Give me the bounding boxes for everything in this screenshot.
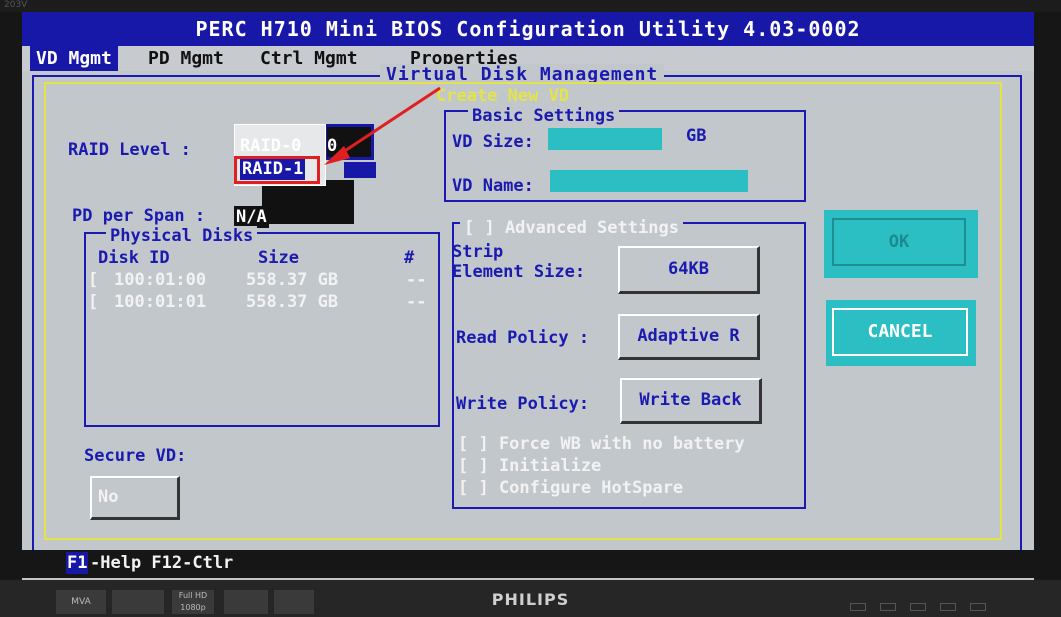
monitor-model-tag: 203V [4,0,28,10]
popup-shadow [262,180,354,224]
monitor-button-icon[interactable] [850,603,866,611]
vd-size-label: VD Size: [452,132,534,152]
col-size: Size [258,248,299,268]
ok-button[interactable]: OK [824,210,978,278]
vd-name-input[interactable] [550,170,748,192]
help-key-f1: F1 [66,552,89,574]
disk-row-id: 100:01:01 [114,292,207,312]
read-policy-label: Read Policy : [456,328,590,348]
disk-row-num: -- [406,270,427,290]
strip-label-line1: Strip [452,242,504,262]
read-policy-select[interactable]: Adaptive R [618,314,760,360]
menu-pd-mgmt[interactable]: PD Mgmt [142,46,230,71]
create-new-vd-title: Create New VD [432,86,574,106]
menu-ctrl-mgmt[interactable]: Ctrl Mgmt [254,46,364,71]
monitor-button-icon[interactable] [970,603,986,611]
basic-settings-title: Basic Settings [468,106,620,126]
strip-label-line2: Element Size: [452,262,586,282]
mva-badge: MVA [56,590,106,614]
write-policy-label: Write Policy: [456,394,590,414]
force-wb-checkbox[interactable]: [ ] Force WB with no battery [458,434,745,454]
physical-disks-title: Physical Disks [106,226,258,246]
disk-row-num: -- [406,292,427,312]
monitor-button-icon[interactable] [910,603,926,611]
raid-level-label: RAID Level : [68,140,191,160]
cancel-button[interactable]: CANCEL [826,300,976,366]
advanced-settings-toggle[interactable]: [ ] Advanced Settings [460,218,683,238]
configure-hotspare-checkbox[interactable]: [ ] Configure HotSpare [458,478,683,498]
monitor-bezel-top [0,0,1061,12]
ok-button-label: OK [832,218,966,266]
annotation-highlight-box [234,156,320,184]
raid-level-field-value: 0 [327,136,338,156]
certification-badge-icon [224,590,268,614]
vd-size-unit: GB [686,126,707,146]
cancel-button-label: CANCEL [832,308,968,356]
secure-vd-select[interactable]: No [90,476,180,520]
col-num: # [404,248,415,268]
disk-row-id: 100:01:00 [114,270,207,290]
raid-option-raid0[interactable]: RAID-0 [240,136,301,156]
pd-per-span-label: PD per Span : [72,206,206,226]
fullhd-badge: Full HD 1080p [172,590,214,614]
bios-screen: PERC H710 Mini BIOS Configuration Utilit… [22,12,1034,580]
vd-name-label: VD Name: [452,176,534,196]
col-disk-id: Disk ID [98,248,170,268]
help-bar-text: -Help F12-Ctlr [90,553,234,573]
raid-field-edge [344,162,376,178]
disk-row-size: 558.37 GB [246,270,339,290]
eco-badge-icon [274,590,314,614]
monitor-button-icon[interactable] [880,603,896,611]
pd-per-span-value[interactable]: N/A [234,206,269,228]
strip-size-select[interactable]: 64KB [618,246,760,294]
monitor-badge-icon [112,590,164,614]
write-policy-select[interactable]: Write Back [620,378,762,424]
monitor-button-icon[interactable] [940,603,956,611]
initialize-checkbox[interactable]: [ ] Initialize [458,456,601,476]
secure-vd-label: Secure VD: [84,446,187,466]
disk-row-check[interactable]: [ [88,292,98,312]
menu-vd-mgmt[interactable]: VD Mgmt [30,46,118,71]
disk-row-check[interactable]: [ [88,270,98,290]
bios-title-bar: PERC H710 Mini BIOS Configuration Utilit… [22,12,1034,46]
vd-size-input[interactable] [548,128,662,150]
disk-row-size: 558.37 GB [246,292,339,312]
